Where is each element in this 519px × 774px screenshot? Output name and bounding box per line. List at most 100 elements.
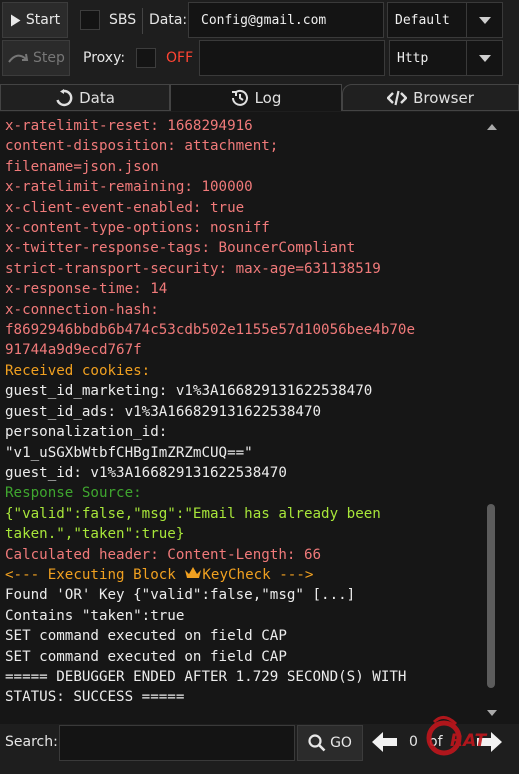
log-line: SET command executed on field CAP: [5, 647, 475, 667]
log-line: x-ratelimit-remaining: 100000: [5, 177, 475, 197]
tab-log[interactable]: Log: [170, 84, 342, 111]
log-line: x-content-type-options: nosniff: [5, 218, 475, 238]
match-count: 0: [409, 734, 418, 750]
log-line: filename=json.json: [5, 157, 475, 177]
log-line-text: STATUS: SUCCESS =====: [5, 689, 185, 706]
log-line-text: guest_id_marketing: v1%3A166829131622538…: [5, 383, 373, 400]
search-bar: Search: GO 0 of RAT: [0, 716, 519, 774]
log-line: <--- Executing Block KeyCheck --->: [5, 565, 475, 585]
chevron-down-icon: [478, 16, 491, 24]
log-line-text: ===== DEBUGGER ENDED AFTER 1.729 SECOND(…: [5, 668, 407, 685]
log-line: STATUS: SUCCESS =====: [5, 687, 475, 707]
start-label: Start: [25, 12, 61, 28]
history-icon: [231, 89, 248, 106]
start-button[interactable]: Start: [2, 2, 68, 38]
proxy-input[interactable]: [199, 40, 385, 76]
search-label: Search:: [5, 734, 58, 750]
log-line-text: filename=json.json: [5, 158, 159, 175]
proxy-checkbox[interactable]: [136, 48, 156, 68]
proxy-type-select[interactable]: Http: [389, 40, 503, 76]
log-line-text: Calculated header: Content-Length: 66: [5, 546, 322, 563]
arrow-left-icon[interactable]: [372, 731, 398, 753]
log-line-text: Contains "taken":true: [5, 607, 185, 624]
log-line: guest_id_ads: v1%3A166829131622538470: [5, 402, 475, 422]
log-line-text: taken.","taken":true}: [5, 526, 185, 543]
log-line-text: x-connection-hash:: [5, 301, 159, 318]
log-line-text: x-ratelimit-remaining: 100000: [5, 179, 253, 196]
search-input[interactable]: [59, 725, 295, 761]
crown-icon: [185, 566, 202, 578]
log-line-text: guest_id: v1%3A166829131622538470: [5, 464, 287, 481]
log-line: Received cookies:: [5, 361, 475, 381]
log-line: x-client-event-enabled: true: [5, 198, 475, 218]
code-icon: [387, 90, 408, 105]
log-line-block-name: KeyCheck --->: [202, 566, 314, 583]
wordlist-type-value: Default: [395, 12, 450, 28]
log-line-text: guest_id_ads: v1%3A166829131622538470: [5, 403, 322, 420]
scroll-up-arrow[interactable]: [487, 124, 497, 130]
search-icon: [308, 734, 326, 752]
log-line-text: Found 'OR' Key {"valid":false,"msg" [...…: [5, 587, 356, 604]
log-line-text: x-ratelimit-reset: 1668294916: [5, 118, 253, 134]
log-line-text: strict-transport-security: max-age=63113…: [5, 260, 381, 277]
log-line-text: <--- Executing Block: [5, 566, 185, 583]
proxy-type-value: Http: [397, 50, 429, 66]
log-line: taken.","taken":true}: [5, 524, 475, 544]
data-input[interactable]: Config@gmail.com: [188, 2, 384, 38]
log-line: 91744a9d9ecd767f: [5, 340, 475, 360]
step-label: Step: [33, 50, 65, 66]
log-line: x-response-time: 14: [5, 279, 475, 299]
tab-browser[interactable]: Browser: [342, 84, 519, 111]
log-line-text: Response Source:: [5, 485, 142, 502]
go-button[interactable]: GO: [297, 725, 363, 761]
log-line: ===== DEBUGGER ENDED AFTER 1.729 SECOND(…: [5, 667, 475, 687]
log-line: x-connection-hash:: [5, 300, 475, 320]
step-icon: [8, 53, 29, 63]
step-button[interactable]: Step: [2, 40, 70, 76]
log-line-text: personalization_id:: [5, 424, 168, 441]
log-line: x-twitter-response-tags: BouncerComplian…: [5, 238, 475, 258]
sbs-checkbox[interactable]: [80, 10, 100, 30]
proxy-label: Proxy:: [83, 50, 126, 66]
chevron-down-icon: [478, 54, 491, 62]
proxy-status: OFF: [166, 50, 194, 66]
separator: [142, 8, 143, 34]
log-line: "v1_uSGXbWtbfCHBgImZRZmCUQ==": [5, 443, 475, 463]
log-line: x-ratelimit-reset: 1668294916: [5, 116, 475, 136]
log-line: guest_id_marketing: v1%3A166829131622538…: [5, 381, 475, 401]
sbs-label: SBS: [109, 12, 137, 28]
log-panel[interactable]: x-ratelimit-reset: 1668294916 content-dis…: [0, 112, 519, 724]
log-line-text: "v1_uSGXbWtbfCHBgImZRZmCUQ==": [5, 444, 253, 461]
log-line-text: f8692946bbdb6b474c53cdb502e1155e57d10056…: [5, 322, 415, 339]
log-line: Contains "taken":true: [5, 606, 475, 626]
scrollbar-thumb[interactable]: [487, 504, 495, 688]
log-line-text: x-content-type-options: nosniff: [5, 220, 270, 237]
log-line: content-disposition: attachment;: [5, 136, 475, 156]
log-line: {"valid":false,"msg":"Email has already …: [5, 504, 475, 524]
log-line: strict-transport-security: max-age=63113…: [5, 259, 475, 279]
log-lines: x-ratelimit-reset: 1668294916 content-dis…: [5, 116, 475, 708]
tab-data[interactable]: Data: [0, 84, 170, 111]
log-line: guest_id: v1%3A166829131622538470: [5, 463, 475, 483]
log-line-text: x-response-time: 14: [5, 281, 168, 298]
log-line: personalization_id:: [5, 422, 475, 442]
refresh-icon: [56, 88, 73, 106]
wordlist-type-select[interactable]: Default: [387, 2, 503, 38]
go-label: GO: [330, 735, 352, 751]
log-line: SET command executed on field CAP: [5, 626, 475, 646]
arrow-right-icon[interactable]: [476, 731, 502, 753]
log-line-text: SET command executed on field CAP: [5, 628, 287, 645]
log-line: Found 'OR' Key {"valid":false,"msg" [...…: [5, 585, 475, 605]
play-icon: [10, 14, 21, 26]
match-of-label: of: [429, 734, 443, 750]
log-line: Calculated header: Content-Length: 66: [5, 545, 475, 565]
tab-log-label: Log: [254, 89, 282, 107]
tab-browser-label: Browser: [413, 88, 474, 107]
log-line: Response Source:: [5, 483, 475, 503]
log-line-text: 91744a9d9ecd767f: [5, 342, 142, 359]
tab-data-label: Data: [79, 88, 115, 107]
data-label: Data:: [149, 12, 188, 28]
scroll-down-arrow[interactable]: [487, 710, 497, 716]
log-line: f8692946bbdb6b474c53cdb502e1155e57d10056…: [5, 320, 475, 340]
log-line-text: Received cookies:: [5, 362, 151, 379]
